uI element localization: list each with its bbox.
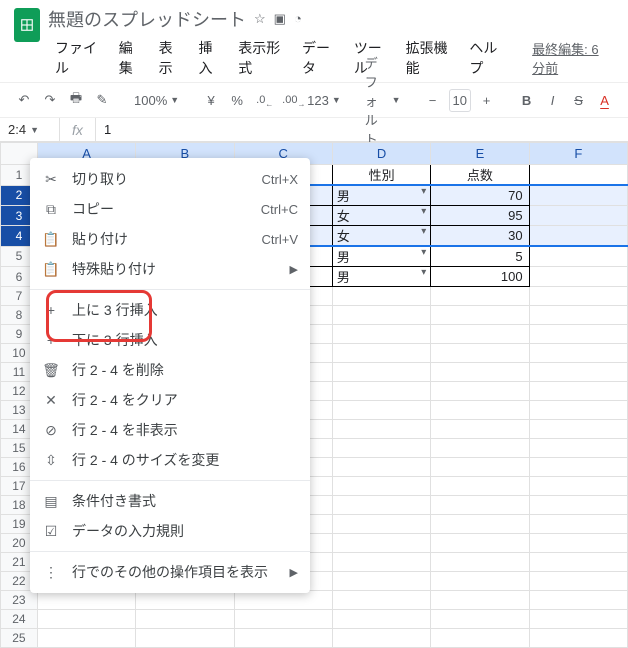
menu-file[interactable]: ファイル: [48, 34, 110, 82]
ctx-data-validation[interactable]: ☑データの入力規則: [30, 516, 310, 546]
menu-data[interactable]: データ: [295, 34, 345, 82]
menu-edit[interactable]: 編集: [112, 34, 150, 82]
ctx-paste-special[interactable]: 📋特殊貼り付け▶: [30, 254, 310, 284]
decrease-decimal-icon[interactable]: .0←: [253, 88, 273, 112]
ctx-resize-rows[interactable]: ⇳行 2 - 4 のサイズを変更: [30, 445, 310, 475]
cell[interactable]: [529, 246, 627, 267]
cell[interactable]: 5: [431, 246, 529, 267]
dropdown-cell[interactable]: 男: [332, 185, 430, 206]
ctx-paste[interactable]: 📋貼り付けCtrl+V: [30, 224, 310, 254]
ctx-insert-above[interactable]: +上に 3 行挿入: [30, 295, 310, 325]
document-title[interactable]: 無題のスプレッドシート: [48, 6, 246, 32]
scissors-icon: ✂: [42, 171, 60, 188]
cell[interactable]: [529, 206, 627, 226]
row-header[interactable]: 25: [1, 629, 38, 648]
font-size-minus[interactable]: −: [423, 90, 443, 111]
cell[interactable]: [529, 165, 627, 186]
cell[interactable]: 70: [431, 185, 529, 206]
ctx-conditional-format[interactable]: ▤条件付き書式: [30, 486, 310, 516]
number-format-select[interactable]: 123 ▼: [305, 90, 343, 111]
plus-icon: +: [42, 332, 60, 348]
dropdown-cell[interactable]: 女: [332, 226, 430, 247]
ctx-copy[interactable]: ⧉コピーCtrl+C: [30, 194, 310, 224]
paint-format-icon[interactable]: ✎: [92, 89, 112, 111]
sheets-logo[interactable]: [14, 8, 40, 42]
fx-label: fx: [60, 118, 96, 141]
menu-insert[interactable]: 挿入: [191, 34, 229, 82]
print-icon[interactable]: 🖶: [66, 86, 86, 114]
strike-button[interactable]: S: [569, 90, 589, 111]
font-size-plus[interactable]: +: [477, 90, 497, 111]
dropdown-cell[interactable]: 女: [332, 206, 430, 226]
currency-icon[interactable]: ¥: [201, 90, 221, 111]
ctx-clear-rows[interactable]: ✕行 2 - 4 をクリア: [30, 385, 310, 415]
col-header[interactable]: F: [529, 143, 627, 165]
col-header[interactable]: E: [431, 143, 529, 165]
cond-format-icon: ▤: [42, 493, 60, 510]
percent-icon[interactable]: %: [227, 90, 247, 111]
hide-icon: ⊘: [42, 422, 60, 439]
plus-icon: +: [42, 302, 60, 318]
font-size-input[interactable]: 10: [449, 89, 471, 112]
dropdown-cell[interactable]: 男: [332, 267, 430, 287]
menu-help[interactable]: ヘルプ: [462, 34, 512, 82]
copy-icon: ⧉: [42, 201, 60, 218]
formula-bar[interactable]: 1: [96, 118, 628, 141]
undo-icon[interactable]: ↶: [14, 89, 34, 111]
submenu-arrow-icon: ▶: [290, 263, 298, 276]
cell[interactable]: [529, 226, 627, 247]
increase-decimal-icon[interactable]: .00→: [279, 88, 299, 112]
menu-extensions[interactable]: 拡張機能: [399, 34, 461, 82]
cell[interactable]: [529, 185, 627, 206]
cell[interactable]: 性別: [332, 165, 430, 186]
italic-button[interactable]: I: [543, 90, 563, 111]
more-icon: ⋮: [42, 564, 60, 581]
move-icon[interactable]: ▣: [274, 11, 286, 27]
col-header[interactable]: D: [332, 143, 430, 165]
paste-special-icon: 📋: [42, 261, 60, 278]
cell[interactable]: 95: [431, 206, 529, 226]
resize-icon: ⇳: [42, 452, 60, 469]
last-edit-link[interactable]: 最終編集: 6 分前: [532, 39, 614, 77]
text-color-button[interactable]: A: [595, 90, 615, 111]
star-icon[interactable]: ☆: [254, 11, 266, 27]
cell[interactable]: 30: [431, 226, 529, 247]
redo-icon[interactable]: ↷: [40, 89, 60, 111]
ctx-insert-below[interactable]: +下に 3 行挿入: [30, 325, 310, 355]
submenu-arrow-icon: ▶: [290, 566, 298, 579]
menu-view[interactable]: 表示: [152, 34, 190, 82]
bold-button[interactable]: B: [517, 90, 537, 111]
ctx-more-row-actions[interactable]: ⋮行でのその他の操作項目を表示▶: [30, 557, 310, 587]
ctx-cut[interactable]: ✂切り取りCtrl+X: [30, 164, 310, 194]
dropdown-cell[interactable]: 男: [332, 246, 430, 267]
cell[interactable]: 点数: [431, 165, 529, 186]
paste-icon: 📋: [42, 231, 60, 248]
trash-icon: 🗑: [42, 362, 60, 379]
context-menu: ✂切り取りCtrl+X ⧉コピーCtrl+C 📋貼り付けCtrl+V 📋特殊貼り…: [30, 158, 310, 593]
cell[interactable]: [529, 267, 627, 287]
ctx-delete-rows[interactable]: 🗑行 2 - 4 を削除: [30, 355, 310, 385]
menu-format[interactable]: 表示形式: [231, 34, 293, 82]
toolbar: ↶ ↷ 🖶 ✎ 100% ▼ ¥ % .0← .00→ 123 ▼ デフォルト.…: [0, 82, 628, 118]
cell[interactable]: 100: [431, 267, 529, 287]
name-box[interactable]: 2:4 ▼: [0, 118, 60, 141]
close-icon: ✕: [42, 392, 60, 409]
validation-icon: ☑: [42, 523, 60, 540]
zoom-select[interactable]: 100% ▼: [132, 90, 181, 111]
ctx-hide-rows[interactable]: ⊘行 2 - 4 を非表示: [30, 415, 310, 445]
row-header[interactable]: 24: [1, 610, 38, 629]
cloud-icon[interactable]: ◔: [294, 11, 302, 27]
row-header[interactable]: 23: [1, 591, 38, 610]
